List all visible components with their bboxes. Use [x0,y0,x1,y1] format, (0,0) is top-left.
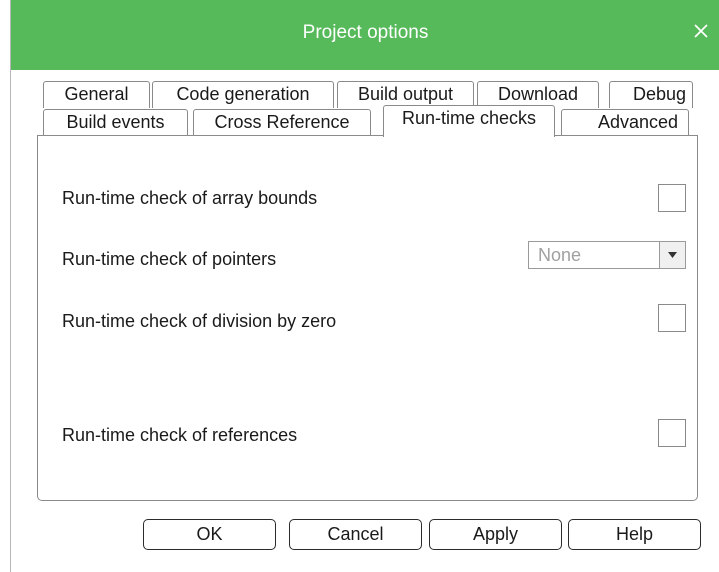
tab-run-time-checks[interactable]: Run-time checks [383,105,555,137]
cancel-button[interactable]: Cancel [289,519,422,550]
apply-button[interactable]: Apply [429,519,562,550]
dropdown-arrow-icon[interactable] [659,242,685,268]
help-button[interactable]: Help [568,519,701,550]
close-icon[interactable] [690,20,712,42]
tab-code-generation[interactable]: Code generation [152,81,334,108]
division-by-zero-checkbox[interactable] [658,304,686,332]
tab-build-output[interactable]: Build output [337,81,474,108]
tab-build-events[interactable]: Build events [43,109,188,136]
run-time-checks-panel: Run-time check of array bounds Run-time … [37,135,698,501]
references-checkbox[interactable] [658,419,686,447]
pointers-select-value: None [538,245,582,265]
array-bounds-label: Run-time check of array bounds [62,188,318,208]
ok-button[interactable]: OK [143,519,276,550]
tab-cross-reference[interactable]: Cross Reference [193,109,371,136]
references-label: Run-time check of references [62,425,298,445]
tab-debug[interactable]: Debug [609,81,693,108]
tab-advanced[interactable]: Advanced [561,109,689,136]
dialog-title: Project options [302,22,429,43]
tab-download[interactable]: Download [477,81,599,108]
title-bar: Project options [11,0,719,70]
division-by-zero-label: Run-time check of division by zero [62,311,337,331]
pointers-select[interactable]: None [528,241,686,269]
array-bounds-checkbox[interactable] [658,184,686,212]
tab-general[interactable]: General [43,81,150,108]
project-options-dialog: Project options General Code generation … [10,0,719,572]
pointers-label: Run-time check of pointers [62,249,277,269]
